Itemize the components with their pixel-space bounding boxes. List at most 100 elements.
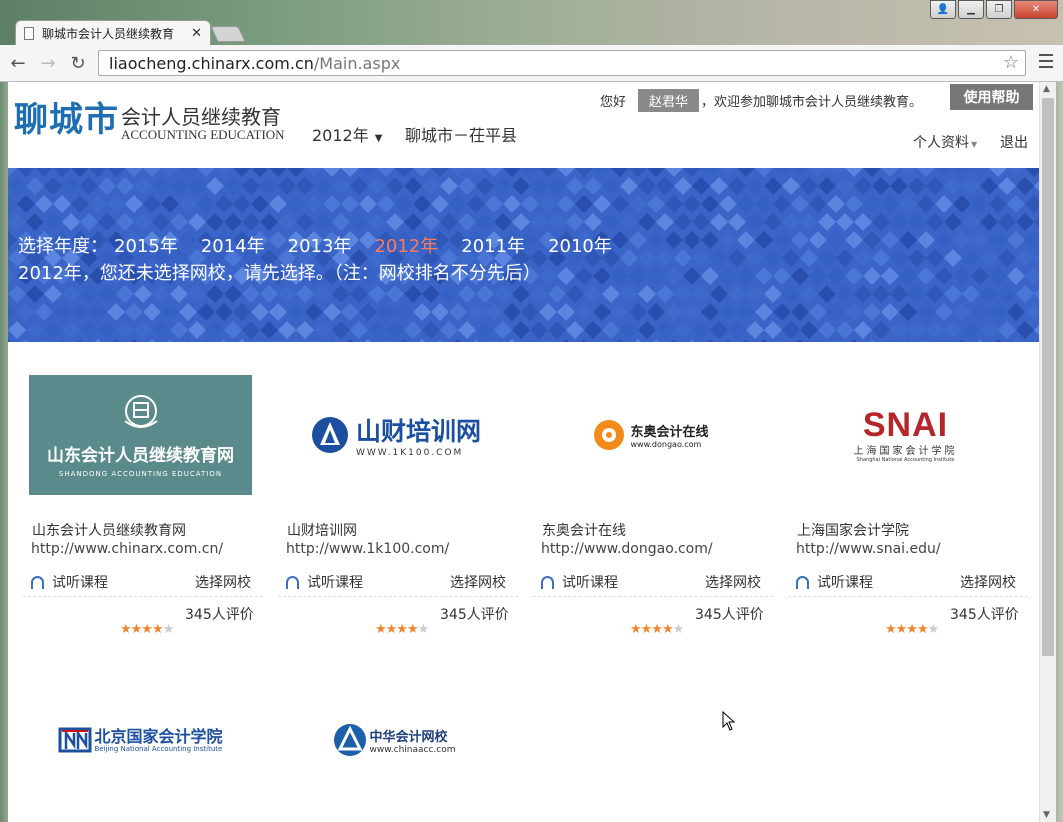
- banner-tile: [773, 231, 791, 249]
- select-school-button[interactable]: 选择网校: [705, 572, 761, 592]
- logo-sub: 上海国家会计学院: [853, 445, 958, 457]
- forward-icon[interactable]: →: [36, 51, 60, 75]
- year-link[interactable]: 2014年: [201, 232, 265, 258]
- banner-tile: [512, 177, 530, 195]
- banner-tile: [737, 195, 755, 213]
- banner-tile: [863, 168, 881, 177]
- banner-tile: [962, 177, 980, 195]
- address-bar[interactable]: liaocheng.chinarx.com.cn/Main.aspx ☆: [98, 50, 1026, 76]
- banner-tile: [935, 168, 953, 177]
- banner-tile: [602, 213, 620, 231]
- school-logo[interactable]: SNAI 上海国家会计学院 Shanghai National Accounti…: [794, 375, 1017, 495]
- banner-tile: [953, 267, 971, 285]
- scroll-down-icon[interactable]: ▼: [1043, 810, 1050, 820]
- help-button[interactable]: 使用帮助: [950, 84, 1033, 110]
- year-link[interactable]: 2011年: [461, 232, 525, 258]
- menu-icon[interactable]: [1039, 54, 1053, 68]
- banner-tile: [710, 249, 728, 267]
- school-name[interactable]: 山东会计人员继续教育网: [32, 520, 186, 540]
- maximize-button[interactable]: ❐: [986, 0, 1012, 19]
- banner-tile: [809, 267, 827, 285]
- trial-course-link[interactable]: 试听课程: [541, 572, 618, 592]
- region-label: 聊城市－茌平县: [405, 126, 518, 145]
- banner-tile: [779, 339, 785, 342]
- select-school-button[interactable]: 选择网校: [960, 572, 1016, 592]
- banner-tile: [701, 267, 719, 285]
- banner: 选择年度： 2015年 2014年 2013年 2012年 2011年 2010…: [8, 168, 1039, 342]
- minimize-button[interactable]: ▁: [958, 0, 984, 19]
- school-url[interactable]: http://www.dongao.com/: [541, 541, 713, 557]
- banner-tile: [926, 249, 944, 267]
- user-icon[interactable]: 👤: [930, 0, 956, 19]
- close-window-button[interactable]: ✕: [1014, 0, 1058, 19]
- banner-tile: [581, 339, 587, 342]
- school-name[interactable]: 山财培训网: [287, 520, 357, 540]
- banner-tile: [260, 213, 278, 231]
- banner-tile: [8, 213, 26, 231]
- logout-link[interactable]: 退出: [1000, 132, 1028, 152]
- banner-tile: [350, 213, 368, 231]
- year-link[interactable]: 2015年: [114, 232, 178, 258]
- year-dropdown[interactable]: 2012年 ▼: [312, 122, 382, 146]
- banner-tile: [41, 339, 47, 342]
- school-name[interactable]: 上海国家会计学院: [797, 520, 909, 540]
- banner-tile: [206, 213, 224, 231]
- banner-tile: [773, 267, 791, 285]
- banner-tile: [203, 339, 209, 342]
- banner-tile: [53, 303, 71, 321]
- select-school-button[interactable]: 选择网校: [450, 572, 506, 592]
- banner-tile: [80, 285, 98, 303]
- banner-tile: [80, 177, 98, 195]
- banner-tile: [188, 285, 206, 303]
- trial-course-link[interactable]: 试听课程: [31, 572, 108, 592]
- star-rating: ★★★★★: [630, 622, 684, 637]
- banner-tile: [530, 321, 548, 339]
- school-url[interactable]: http://www.snai.edu/: [796, 541, 941, 557]
- banner-tile: [62, 177, 80, 195]
- site-logo[interactable]: 聊城市 会计人员继续教育 ACCOUNTING EDUCATION: [14, 100, 285, 141]
- school-url[interactable]: http://www.1k100.com/: [286, 541, 449, 557]
- banner-tile: [881, 195, 899, 213]
- trial-label: 试听课程: [52, 575, 108, 591]
- banner-tile: [71, 303, 89, 321]
- year-link-active[interactable]: 2012年: [374, 232, 438, 258]
- banner-tile: [665, 231, 683, 249]
- school-name[interactable]: 东奥会计在线: [542, 520, 626, 540]
- banner-tile: [620, 177, 638, 195]
- scroll-thumb[interactable]: [1042, 98, 1054, 656]
- school-logo[interactable]: 山东会计人员继续教育网 SHANDONG ACCOUNTING EDUCATIO…: [29, 375, 252, 495]
- banner-tile: [836, 285, 854, 303]
- school-logo[interactable]: 山财培训网 WWW.1K100.COM: [284, 375, 507, 495]
- school-logo[interactable]: 东奥会计在线 www.dongao.com: [539, 375, 762, 495]
- back-icon[interactable]: ←: [6, 51, 30, 75]
- url-path: /Main.aspx: [313, 53, 401, 73]
- trial-course-link[interactable]: 试听课程: [796, 572, 873, 592]
- banner-tile: [941, 339, 947, 342]
- banner-tile: [1016, 321, 1034, 339]
- banner-tile: [899, 231, 917, 249]
- banner-tile: [818, 177, 836, 195]
- school-url[interactable]: http://www.chinarx.com.cn/: [31, 541, 223, 557]
- browser-tab[interactable]: 聊城市会计人员继续教育 ✕: [15, 20, 211, 46]
- vertical-scrollbar[interactable]: ▲ ▼: [1039, 82, 1056, 822]
- scroll-up-icon[interactable]: ▲: [1043, 84, 1050, 94]
- banner-tile: [521, 195, 539, 213]
- year-link[interactable]: 2013年: [288, 232, 352, 258]
- close-tab-icon[interactable]: ✕: [191, 26, 202, 41]
- new-tab-button[interactable]: [210, 26, 246, 42]
- banner-tile: [89, 303, 107, 321]
- banner-tile: [575, 267, 593, 285]
- school-logo[interactable]: 北京国家会计学院 Beijing National Accounting Ins…: [29, 710, 252, 770]
- banner-tile: [872, 321, 890, 339]
- trial-course-link[interactable]: 试听课程: [286, 572, 363, 592]
- bookmark-star-icon[interactable]: ☆: [1003, 52, 1019, 73]
- school-logo[interactable]: 中华会计网校 www.chinaacc.com: [294, 710, 494, 770]
- select-school-button[interactable]: 选择网校: [195, 572, 251, 592]
- banner-tile: [278, 177, 296, 195]
- logo-text: 山财培训网: [355, 417, 481, 446]
- trial-label: 试听课程: [307, 575, 363, 591]
- reload-icon[interactable]: ↻: [66, 51, 90, 75]
- year-link[interactable]: 2010年: [548, 232, 612, 258]
- profile-menu[interactable]: 个人资料 ▼: [913, 132, 977, 152]
- banner-tile: [998, 177, 1016, 195]
